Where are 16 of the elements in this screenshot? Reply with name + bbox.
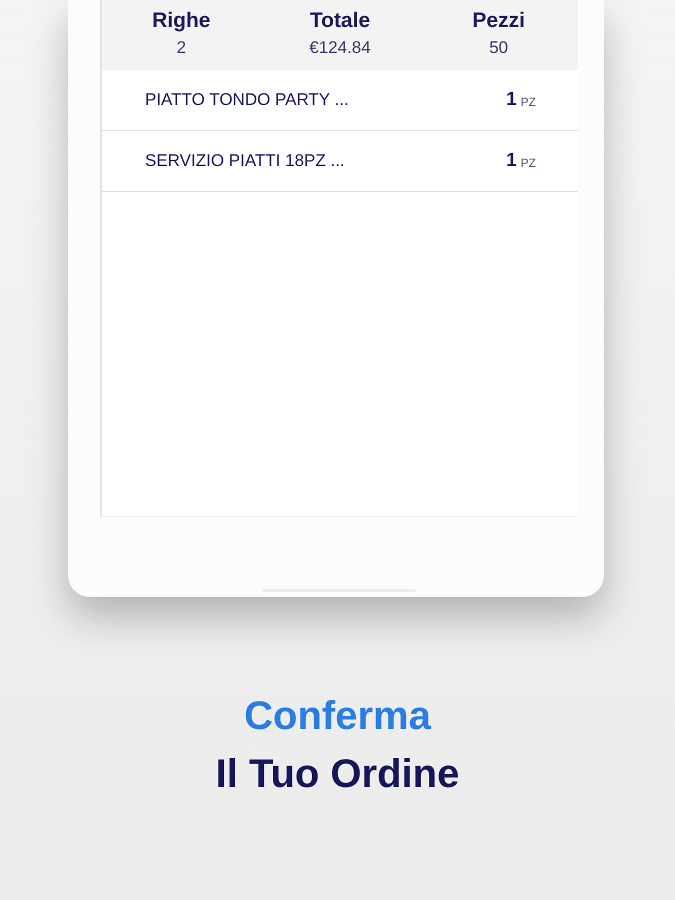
summary-value: €124.84 <box>309 37 371 58</box>
item-unit: PZ <box>520 94 536 110</box>
summary-label: Righe <box>152 8 210 34</box>
order-item-row[interactable]: PIATTO TONDO PARTY ... 1 PZ <box>102 70 578 131</box>
summary-value: 2 <box>176 37 186 58</box>
item-name: PIATTO TONDO PARTY ... <box>145 89 350 112</box>
item-quantity: 1 <box>506 88 517 112</box>
caption-subtitle: Il Tuo Ordine <box>216 751 460 798</box>
caption-highlight: Conferma <box>244 693 431 740</box>
order-item-row[interactable]: SERVIZIO PIATTI 18PZ ... 1 PZ <box>102 131 578 192</box>
item-name: SERVIZIO PIATTI 18PZ ... <box>145 150 346 172</box>
summary-label: Totale <box>310 8 370 34</box>
summary-value: 50 <box>489 37 508 58</box>
summary-label: Pezzi <box>472 8 525 34</box>
item-unit: PZ <box>520 154 536 172</box>
item-quantity: 1 <box>506 148 517 173</box>
